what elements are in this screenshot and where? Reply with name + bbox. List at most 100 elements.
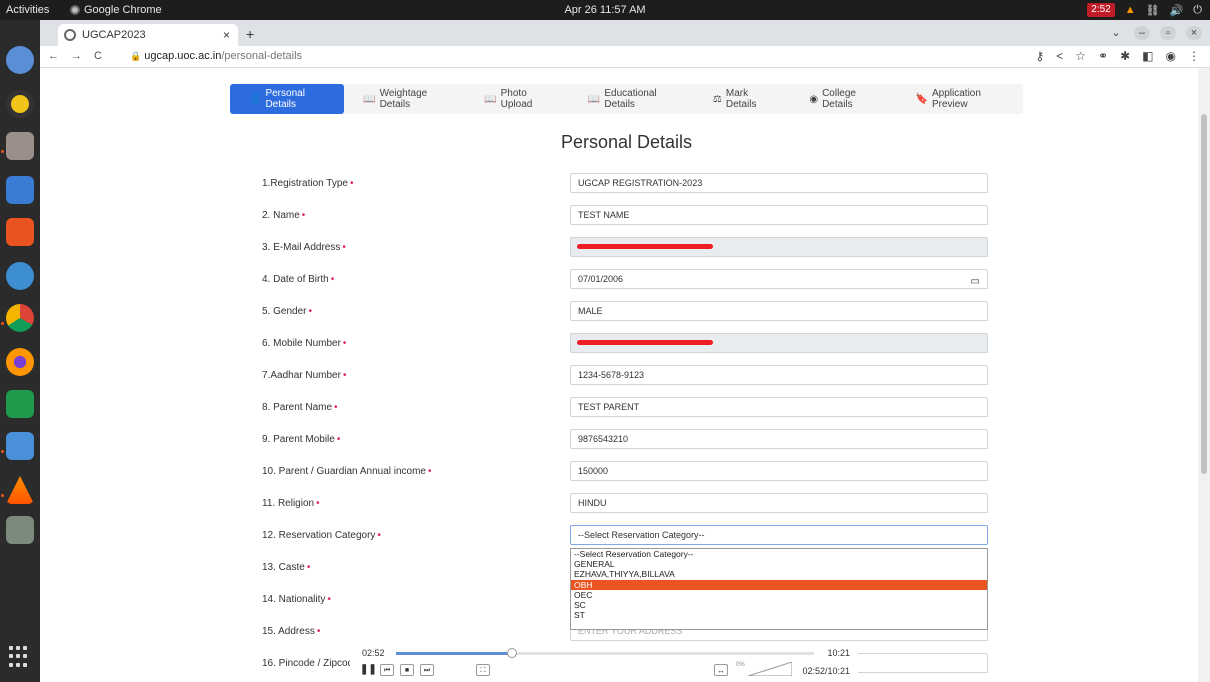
- redaction-mark: [577, 244, 713, 249]
- dropdown-option[interactable]: OEC: [571, 590, 987, 600]
- tab-search-icon[interactable]: ⌄: [1108, 26, 1124, 40]
- tab-application-preview[interactable]: 🔖 Application Preview: [897, 84, 1023, 114]
- recording-timer[interactable]: 2:52: [1087, 3, 1115, 17]
- input-8[interactable]: TEST PARENT: [570, 397, 988, 417]
- tab-educational-details[interactable]: 📖 Educational Details: [569, 84, 694, 114]
- menu-icon[interactable]: ⋮: [1188, 49, 1200, 63]
- input-2[interactable]: TEST NAME: [570, 205, 988, 225]
- next-icon[interactable]: ⏭: [420, 664, 434, 676]
- page-title: Personal Details: [560, 132, 693, 152]
- dropdown-option[interactable]: ST: [571, 610, 987, 620]
- extension-icon[interactable]: ⚭: [1098, 49, 1108, 63]
- bookmark-star-icon[interactable]: ☆: [1075, 49, 1086, 63]
- reload-icon[interactable]: C: [94, 50, 102, 62]
- share-icon[interactable]: <: [1056, 49, 1063, 63]
- input-7[interactable]: 1234-5678-9123: [570, 365, 988, 385]
- fullscreen-icon[interactable]: ⛶: [476, 664, 490, 676]
- network-icon[interactable]: ⛓: [1146, 4, 1160, 17]
- required-marker: •: [334, 402, 338, 413]
- tab-college-details[interactable]: ◉ College Details: [790, 84, 896, 114]
- key-icon[interactable]: ⚷: [1035, 49, 1044, 63]
- side-panel-icon[interactable]: ◧: [1142, 49, 1153, 63]
- show-apps-icon[interactable]: [9, 646, 31, 668]
- system-top-bar: Activities Google Chrome Apr 26 11:57 AM…: [0, 0, 1210, 20]
- tab-label: Personal Details: [265, 88, 305, 110]
- rhythmbox-icon[interactable]: [6, 90, 34, 118]
- system-tray[interactable]: 2:52 ▲ ⛓ 🔊 ⏻: [1087, 3, 1202, 17]
- tab-label: College Details: [822, 88, 856, 110]
- input-6[interactable]: [570, 333, 988, 353]
- volume-icon[interactable]: 🔊: [1170, 4, 1184, 17]
- tab-weightage-details[interactable]: 📖 Weightage Details: [344, 84, 465, 114]
- url-host: ugcap.uoc.ac.in: [144, 50, 222, 62]
- scale-icon: ⚖: [712, 93, 722, 105]
- redaction-mark: [577, 340, 713, 345]
- back-icon[interactable]: ←: [48, 50, 59, 62]
- lock-icon: 🔒: [130, 51, 142, 61]
- dropdown-option[interactable]: GENERAL: [571, 559, 987, 569]
- dropdown-option[interactable]: --Select Reservation Category--: [571, 549, 987, 559]
- loop-icon[interactable]: ↔: [714, 664, 728, 676]
- previous-icon[interactable]: ⏮: [380, 664, 394, 676]
- registration-steps-nav: 👤 Personal Details 📖 Weightage Details 📖 Phot…: [230, 84, 1023, 114]
- required-marker: •: [342, 338, 347, 349]
- reservation-category-select[interactable]: --Select Reservation Category--: [570, 525, 988, 545]
- dropdown-option[interactable]: EZHAVA,THIYYA,BILLAVA: [571, 569, 987, 579]
- seek-handle[interactable]: [507, 648, 517, 658]
- calendar-icon[interactable]: ▭: [971, 273, 980, 291]
- playback-buttons: ❚❚ ⏮ ■ ⏭: [360, 664, 434, 676]
- software-center-icon[interactable]: [6, 218, 34, 246]
- field-label: 1.Registration Type •: [262, 178, 354, 189]
- browser-tab[interactable]: UGCAP2023 ×: [58, 24, 238, 46]
- reservation-category-options[interactable]: --Select Reservation Category-- GENERAL EZ…: [570, 548, 988, 630]
- thunderbird-icon[interactable]: [6, 46, 34, 74]
- input-10[interactable]: 150000: [570, 461, 988, 481]
- field-value: 150000: [578, 466, 609, 476]
- power-icon[interactable]: ⏻: [1193, 4, 1202, 17]
- scrollbar-thumb[interactable]: [1201, 114, 1207, 474]
- profile-icon[interactable]: ◉: [1166, 49, 1176, 63]
- page-scrollbar[interactable]: [1198, 68, 1210, 682]
- dropdown-option[interactable]: SC: [571, 600, 987, 610]
- new-tab-icon[interactable]: +: [246, 26, 254, 42]
- calc-spreadsheet-icon[interactable]: [6, 390, 34, 418]
- clock[interactable]: Apr 26 11:57 AM: [0, 4, 1210, 16]
- url-field[interactable]: 🔒 ugcap.uoc.ac.in/personal-details: [130, 50, 302, 62]
- writer-document-icon[interactable]: [6, 176, 34, 204]
- input-1[interactable]: UGCAP REGISTRATION-2023: [570, 173, 988, 193]
- minimize-icon[interactable]: –: [1134, 26, 1150, 40]
- trash-icon[interactable]: [6, 516, 34, 544]
- vlc-tray-icon[interactable]: ▲: [1125, 4, 1136, 16]
- field-label-text: 13. Caste: [262, 562, 305, 573]
- maximize-icon[interactable]: ▫: [1160, 26, 1176, 40]
- field-label: 6. Mobile Number •: [262, 338, 346, 349]
- firefox-icon[interactable]: [6, 348, 34, 376]
- input-11[interactable]: HINDU: [570, 493, 988, 513]
- required-marker: •: [316, 498, 320, 509]
- tab-mark-details[interactable]: ⚖ Mark Details: [694, 84, 790, 114]
- tab-personal-details[interactable]: 👤 Personal Details: [230, 84, 345, 114]
- input-3[interactable]: [570, 237, 988, 257]
- vlc-icon[interactable]: [6, 476, 34, 504]
- field-value: --Select Reservation Category--: [578, 530, 705, 540]
- pause-icon[interactable]: ❚❚: [360, 664, 377, 676]
- input-5[interactable]: MALE: [570, 301, 988, 321]
- files-icon[interactable]: [6, 132, 34, 160]
- college-icon: ◉: [809, 93, 819, 105]
- close-window-icon[interactable]: ×: [1186, 26, 1202, 40]
- tab-label: Application Preview: [932, 88, 981, 110]
- forward-icon[interactable]: →: [71, 50, 82, 62]
- stop-icon[interactable]: ■: [400, 664, 414, 676]
- tab-photo-upload[interactable]: 📖 Photo Upload: [465, 84, 569, 114]
- input-4[interactable]: 07/01/2006 ▭: [570, 269, 988, 289]
- text-editor-icon[interactable]: [6, 432, 34, 460]
- close-tab-icon[interactable]: ×: [223, 28, 230, 42]
- help-icon[interactable]: [6, 262, 34, 290]
- volume-slider[interactable]: [748, 662, 792, 676]
- ubuntu-dock: [0, 20, 40, 682]
- input-9[interactable]: 9876543210: [570, 429, 988, 449]
- chrome-icon[interactable]: [6, 304, 34, 332]
- required-marker: •: [330, 274, 335, 285]
- puzzle-icon[interactable]: ✱: [1120, 49, 1130, 63]
- dropdown-option[interactable]: OBH: [571, 579, 987, 590]
